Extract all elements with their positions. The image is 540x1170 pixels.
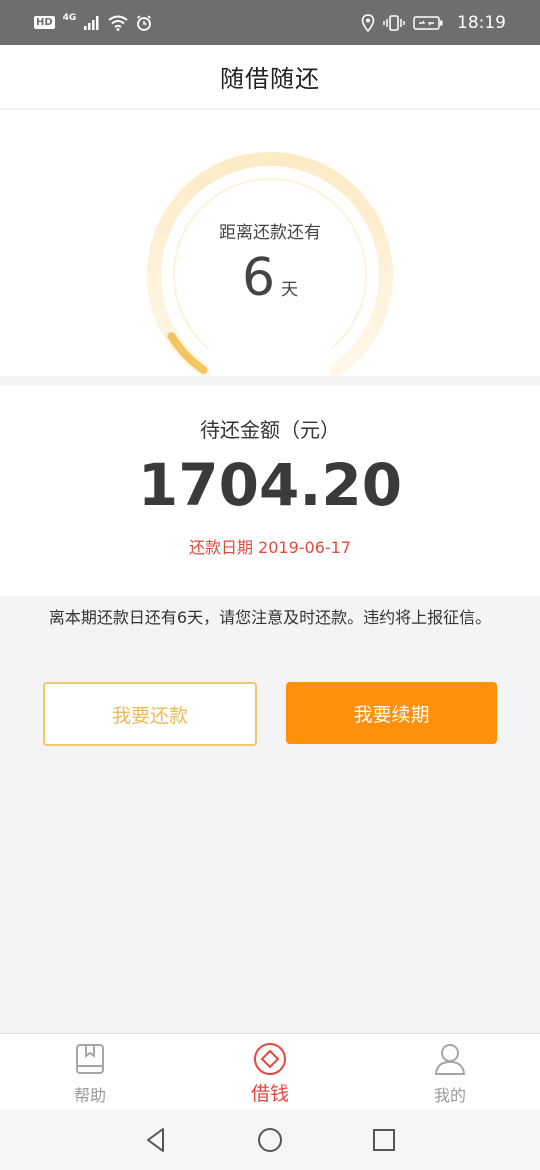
countdown-days: 6 [241,248,276,308]
tab-help[interactable]: 帮助 [0,1034,180,1109]
signal-icon [84,15,99,30]
book-icon [76,1044,104,1074]
tab-help-label: 帮助 [73,1086,106,1105]
recents-icon[interactable] [370,1126,398,1154]
back-icon[interactable] [142,1126,170,1154]
status-right: 18:19 [361,13,506,33]
tab-mine-label: 我的 [433,1086,466,1105]
network-type: 4G [62,12,77,23]
countdown-unit: 天 [281,280,299,300]
tab-borrow[interactable]: 借钱 [180,1034,360,1109]
tab-borrow-label: 借钱 [250,1083,289,1105]
user-icon [434,1044,466,1075]
battery-icon [413,15,443,30]
alarm-icon [137,14,152,31]
repayment-notice: 离本期还款日还有6天，请您注意及时还款。违约将上报征信。 [48,608,492,627]
amount-label: 待还金额（元） [200,418,340,442]
vibrate-icon [383,14,405,31]
due-date: 还款日期 2019-06-17 [188,538,352,557]
hd-badge: HD [34,16,55,29]
system-nav-bar [0,1109,540,1170]
countdown-card: 距离还款还有 6天 [0,110,540,376]
app-root: HD 4G 18:19 随借随还 距离还款还有 6 天 待还金额（元） 1704… [0,0,540,1170]
status-left: HD 4G [34,12,152,31]
tab-bar: 帮助 借钱 我的 [0,1033,540,1109]
amount-value: 1704.20 [137,451,403,519]
diamond-icon [254,1043,286,1075]
countdown-value: 6天 [0,248,540,308]
repay-button[interactable]: 我要还款 [43,682,257,746]
tab-mine[interactable]: 我的 [360,1034,540,1109]
nav-bar: 随借随还 [0,45,540,109]
status-bar: HD 4G 18:19 [0,0,540,45]
page-title: 随借随还 [220,65,320,93]
wifi-icon [108,15,128,31]
status-time: 18:19 [457,12,506,33]
countdown-gauge [147,152,393,376]
renew-button[interactable]: 我要续期 [286,682,497,744]
location-icon [361,13,375,32]
amount-card: 待还金额（元） 1704.20 还款日期 2019-06-17 [0,386,540,596]
home-icon[interactable] [256,1126,284,1154]
countdown-label: 距离还款还有 [219,223,321,243]
